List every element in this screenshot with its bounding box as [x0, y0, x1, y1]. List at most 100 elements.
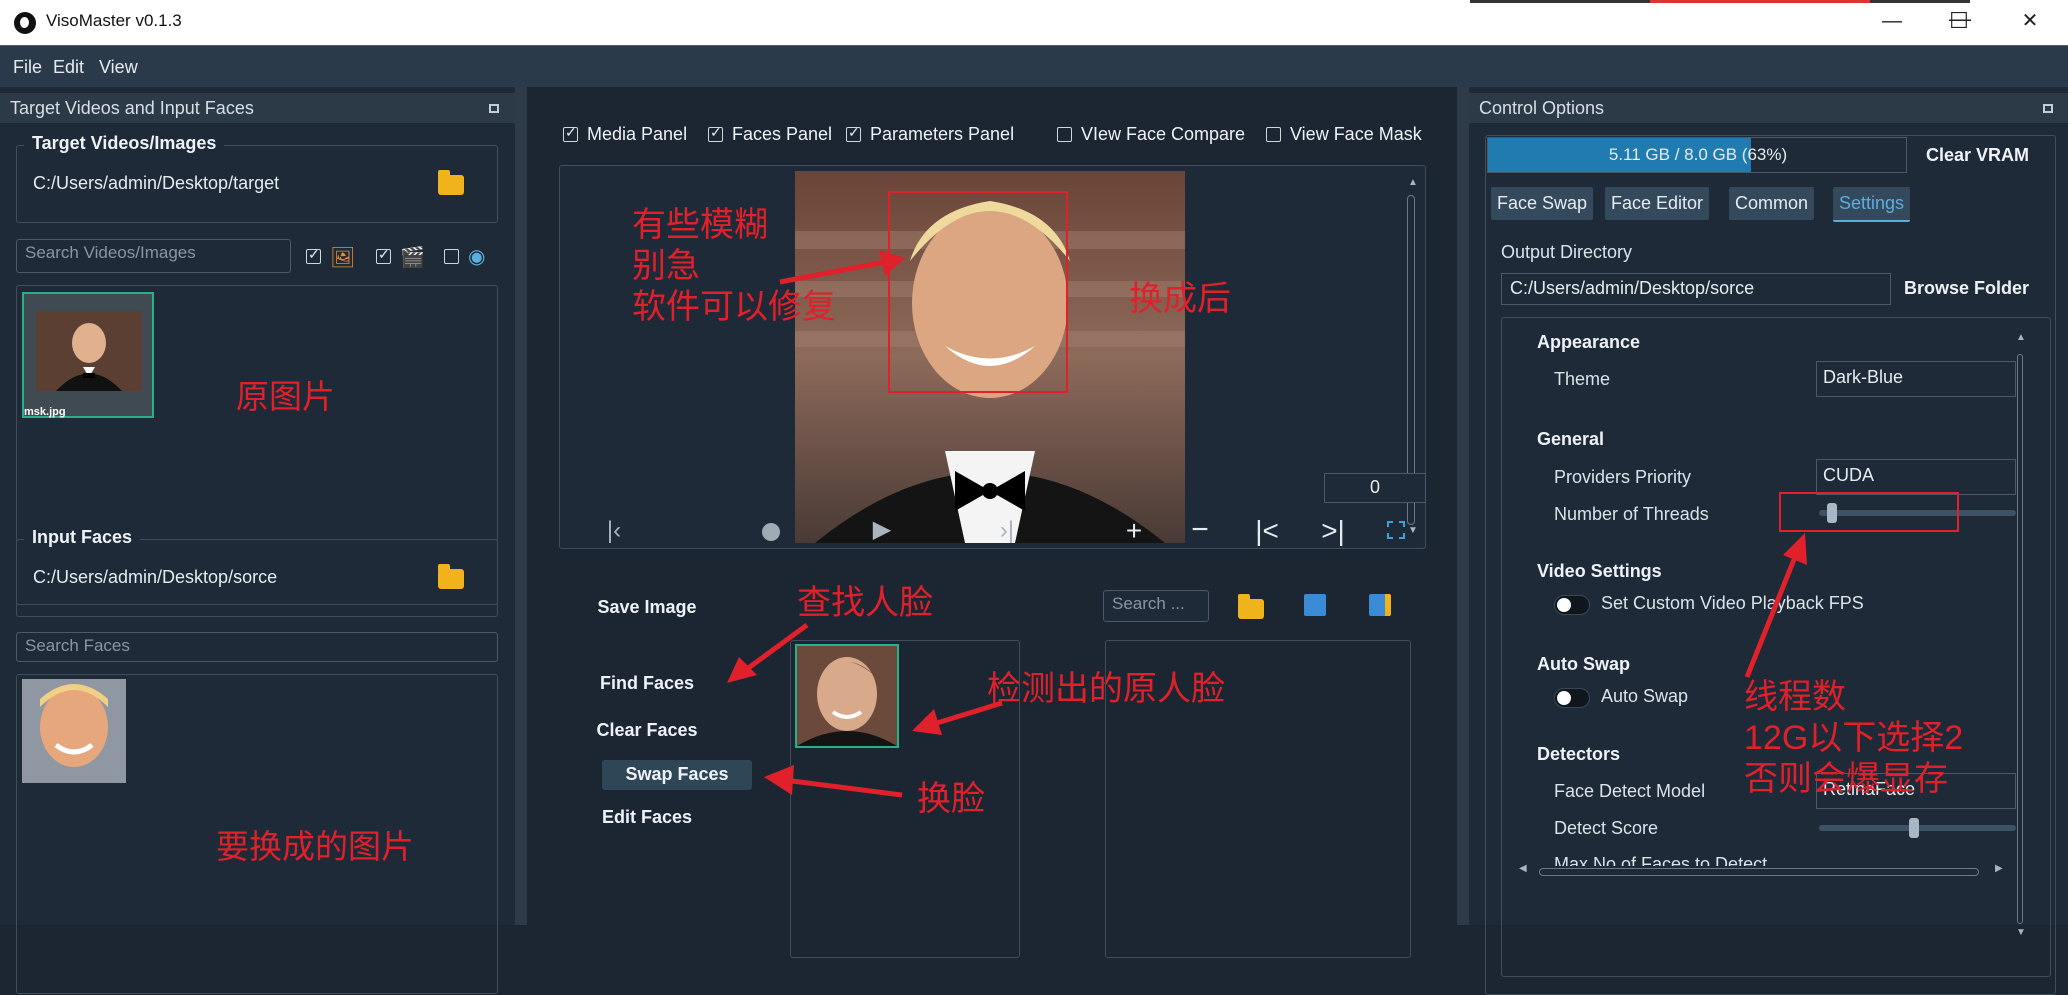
detect-score-slider-handle[interactable] [1909, 818, 1919, 838]
prev-marker-icon[interactable]: |< [1242, 515, 1292, 547]
parameters-panel-checkbox[interactable] [846, 124, 861, 142]
custom-fps-label: Set Custom Video Playback FPS [1601, 593, 1864, 613]
frame-number-input[interactable]: 0 [1324, 473, 1426, 503]
window-minimize-button[interactable]: — [1870, 6, 1914, 36]
arrow-blurry [779, 250, 905, 285]
input-face-thumbnail[interactable] [22, 679, 126, 783]
skip-end-icon[interactable]: ›| [982, 517, 1032, 545]
output-dir-label: Output Directory [1501, 242, 1633, 262]
save-icon[interactable] [1304, 594, 1326, 616]
custom-fps-toggle[interactable] [1554, 595, 1590, 615]
tab-face-swap[interactable]: Face Swap [1491, 187, 1594, 220]
note-after: 换成后 [1129, 280, 1231, 318]
webcam-icon: ◉ [468, 246, 486, 268]
target-group-title: Target Videos/Images [24, 133, 225, 154]
window-close-button[interactable]: ✕ [2008, 6, 2052, 36]
arrow-swap [764, 765, 903, 798]
folder-open-icon[interactable] [1238, 594, 1264, 619]
search-videos-input[interactable]: Search Videos/Images [16, 239, 291, 273]
fullscreen-icon[interactable] [1387, 521, 1405, 539]
settings-scrollbar[interactable]: ▲ ▼ [2014, 332, 2028, 942]
parameters-panel-label: Parameters Panel [870, 124, 1015, 144]
media-panel-checkbox[interactable] [563, 124, 578, 142]
dock-float-icon[interactable] [2043, 104, 2053, 113]
title-bar: VisoMaster v0.1.3 — [0, 0, 2068, 45]
tab-face-editor[interactable]: Face Editor [1605, 187, 1710, 220]
vram-text: 5.11 GB / 8.0 GB (63%) [1608, 145, 1788, 164]
settings-h-scrollbar[interactable]: ◀ ▶ [1519, 863, 2009, 879]
tab-common[interactable]: Common [1729, 187, 1815, 220]
tab-settings[interactable]: Settings [1833, 187, 1911, 222]
section-video-settings: Video Settings [1537, 561, 1662, 581]
left-splitter[interactable] [515, 87, 527, 925]
browse-folder-button[interactable]: Browse Folder [1904, 278, 2029, 299]
output-dir-input[interactable]: C:/Users/admin/Desktop/sorce [1501, 273, 1891, 305]
play-icon[interactable]: ▶ [857, 515, 907, 544]
note-threads: 线程数 12G以下选择2 否则会爆显存 [1744, 678, 1964, 798]
add-marker-icon[interactable]: + [1109, 515, 1159, 547]
detected-face-image [797, 646, 897, 746]
input-group-title: Input Faces [24, 527, 141, 548]
find-faces-button[interactable]: Find Faces [577, 673, 717, 694]
menu-view[interactable]: View [99, 57, 138, 78]
menu-edit[interactable]: Edit [53, 57, 84, 78]
folder-open-icon[interactable] [438, 564, 464, 589]
providers-select[interactable]: CUDA [1816, 459, 2016, 495]
face-mask-label: View Face Mask [1290, 124, 1422, 144]
right-splitter[interactable] [1457, 87, 1469, 925]
threads-highlight-box [1779, 492, 1959, 532]
face-compare-checkbox[interactable] [1057, 127, 1072, 142]
detect-model-label: Face Detect Model [1554, 781, 1706, 801]
right-dock-title: Control Options [1469, 93, 2068, 123]
folder-open-icon[interactable] [438, 170, 464, 195]
left-dock-title: Target Videos and Input Faces [0, 93, 515, 123]
window-maximize-button[interactable]: ☐ [1937, 6, 1981, 36]
dock-float-icon[interactable] [489, 104, 499, 113]
edit-faces-button[interactable]: Edit Faces [577, 807, 717, 828]
arrow-threads [1744, 533, 1807, 678]
target-thumbnail[interactable]: msk.jpg [22, 292, 154, 418]
face-compare-label: VIew Face Compare [1081, 124, 1246, 144]
detected-face-thumbnail[interactable] [795, 644, 899, 748]
remove-marker-icon[interactable]: − [1175, 513, 1225, 547]
auto-swap-toggle[interactable] [1554, 688, 1590, 708]
faces-panel-label: Faces Panel [732, 124, 833, 144]
swap-faces-button[interactable]: Swap Faces [607, 764, 747, 785]
app-logo-icon [14, 12, 36, 34]
filter-images-checkbox[interactable] [306, 246, 321, 264]
section-general: General [1537, 429, 1605, 449]
note-swap: 换脸 [917, 780, 985, 818]
center-panel: Media Panel Faces Panel Parameters Panel… [527, 87, 1457, 958]
image-icon: 🖼 [330, 247, 356, 269]
vram-bar: 5.11 GB / 8.0 GB (63%) [1487, 137, 1907, 173]
skip-start-icon[interactable]: |‹ [589, 517, 639, 545]
theme-select[interactable]: Dark-Blue [1816, 361, 2016, 397]
filter-videos-checkbox[interactable] [376, 246, 391, 264]
filter-webcam-checkbox[interactable] [444, 249, 459, 264]
note-original-image: 原图片 [236, 378, 335, 415]
menu-file[interactable]: File [13, 57, 42, 78]
next-marker-icon[interactable]: >| [1308, 515, 1358, 547]
save-image-button[interactable]: Save Image [577, 597, 717, 618]
theme-label: Theme [1554, 369, 1611, 389]
face-mapping-list [1105, 640, 1411, 958]
auto-swap-label: Auto Swap [1601, 686, 1689, 706]
section-auto-swap: Auto Swap [1537, 654, 1630, 674]
search-faces-input[interactable]: Search Faces [16, 632, 498, 662]
target-thumb-label: msk.jpg [24, 406, 66, 418]
record-icon[interactable] [762, 523, 780, 541]
left-dock: Target Videos and Input Faces Target Vid… [0, 87, 515, 994]
face-mask-checkbox[interactable] [1266, 127, 1281, 142]
section-appearance: Appearance [1537, 332, 1641, 352]
target-path: C:/Users/admin/Desktop/target [33, 173, 280, 193]
save-as-icon[interactable] [1369, 594, 1391, 616]
video-icon: 🎬 [400, 247, 425, 269]
menu-bar: File Edit View [0, 45, 2068, 88]
faces-search-input[interactable]: Search ... [1103, 590, 1209, 622]
clear-vram-button[interactable]: Clear VRAM [1926, 145, 2029, 166]
note-find: 查找人脸 [797, 584, 933, 622]
input-face-image [22, 679, 126, 783]
providers-label: Providers Priority [1554, 467, 1692, 487]
clear-faces-button[interactable]: Clear Faces [577, 720, 717, 741]
faces-panel-checkbox[interactable] [708, 124, 723, 142]
